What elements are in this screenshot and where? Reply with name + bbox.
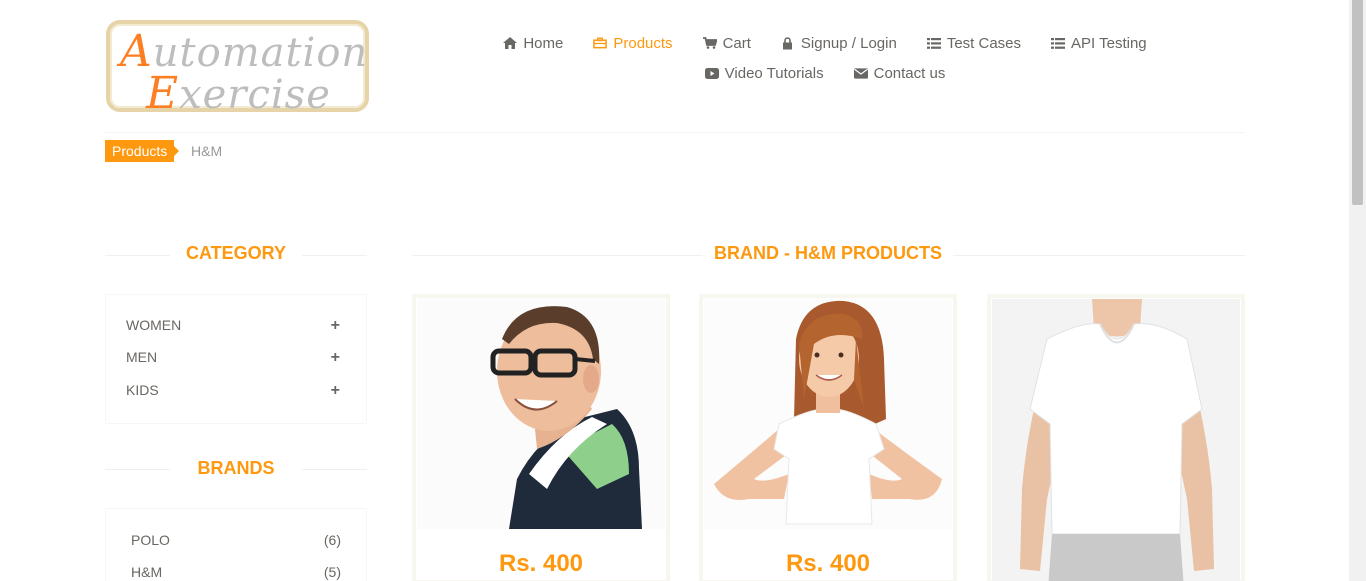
category-panel: WOMEN + MEN + KIDS + bbox=[105, 294, 367, 424]
product-card: Rs. 400 bbox=[412, 294, 670, 581]
expand-icon[interactable]: + bbox=[331, 317, 340, 335]
scrollbar-thumb[interactable] bbox=[1352, 0, 1363, 205]
breadcrumb-products[interactable]: Products bbox=[105, 140, 180, 162]
product-image-man-glasses bbox=[417, 299, 665, 529]
nav-row-2: Video Tutorials Contact us bbox=[500, 58, 1150, 88]
products-icon bbox=[593, 36, 608, 50]
expand-icon[interactable]: + bbox=[331, 349, 340, 367]
nav-test-cases[interactable]: Test Cases bbox=[926, 35, 1021, 52]
nav-cart[interactable]: Cart bbox=[702, 35, 751, 52]
logo-line-2: Exercise bbox=[146, 68, 331, 119]
brand-count: (6) bbox=[323, 532, 341, 548]
category-women[interactable]: WOMEN + bbox=[126, 317, 340, 335]
product-card: Rs. 400 bbox=[699, 294, 957, 581]
brands-title: BRANDS bbox=[170, 458, 302, 479]
product-image-girl bbox=[704, 299, 952, 529]
header-divider bbox=[105, 132, 1245, 133]
nav-signup-login[interactable]: Signup / Login bbox=[781, 35, 897, 52]
list-icon bbox=[926, 36, 941, 50]
youtube-icon bbox=[704, 66, 719, 80]
product-price: Rs. 400 bbox=[785, 550, 871, 577]
nav-row-1: Home Products Cart Signup / Login Test C… bbox=[500, 28, 1150, 58]
site-logo[interactable]: Automation Exercise bbox=[106, 20, 369, 119]
expand-icon[interactable]: + bbox=[331, 382, 340, 400]
home-icon bbox=[503, 36, 518, 50]
product-image-man-tshirt bbox=[992, 299, 1240, 581]
product-card bbox=[987, 294, 1245, 581]
cart-icon bbox=[702, 36, 717, 50]
main-nav: Home Products Cart Signup / Login Test C… bbox=[500, 28, 1150, 88]
brand-polo[interactable]: POLO (6) bbox=[131, 532, 341, 548]
nav-api-testing[interactable]: API Testing bbox=[1051, 35, 1147, 52]
category-title: CATEGORY bbox=[170, 243, 302, 264]
nav-video-tutorials[interactable]: Video Tutorials bbox=[704, 65, 824, 82]
product-price: Rs. 400 bbox=[498, 550, 584, 577]
lock-icon bbox=[781, 36, 795, 50]
nav-contact-us[interactable]: Contact us bbox=[853, 65, 945, 82]
category-men[interactable]: MEN + bbox=[126, 349, 340, 367]
nav-home[interactable]: Home bbox=[503, 35, 563, 52]
products-section-title: BRAND - H&M PRODUCTS bbox=[703, 243, 953, 264]
page-scrollbar[interactable] bbox=[1349, 0, 1366, 581]
brand-count: (5) bbox=[323, 564, 341, 580]
envelope-icon bbox=[853, 66, 868, 80]
brand-hm[interactable]: H&M (5) bbox=[131, 564, 341, 580]
nav-products[interactable]: Products bbox=[593, 35, 673, 52]
list-icon bbox=[1051, 36, 1066, 50]
category-kids[interactable]: KIDS + bbox=[126, 382, 340, 400]
breadcrumb-current: H&M bbox=[191, 143, 223, 159]
brands-panel: POLO (6) H&M (5) bbox=[105, 508, 367, 581]
